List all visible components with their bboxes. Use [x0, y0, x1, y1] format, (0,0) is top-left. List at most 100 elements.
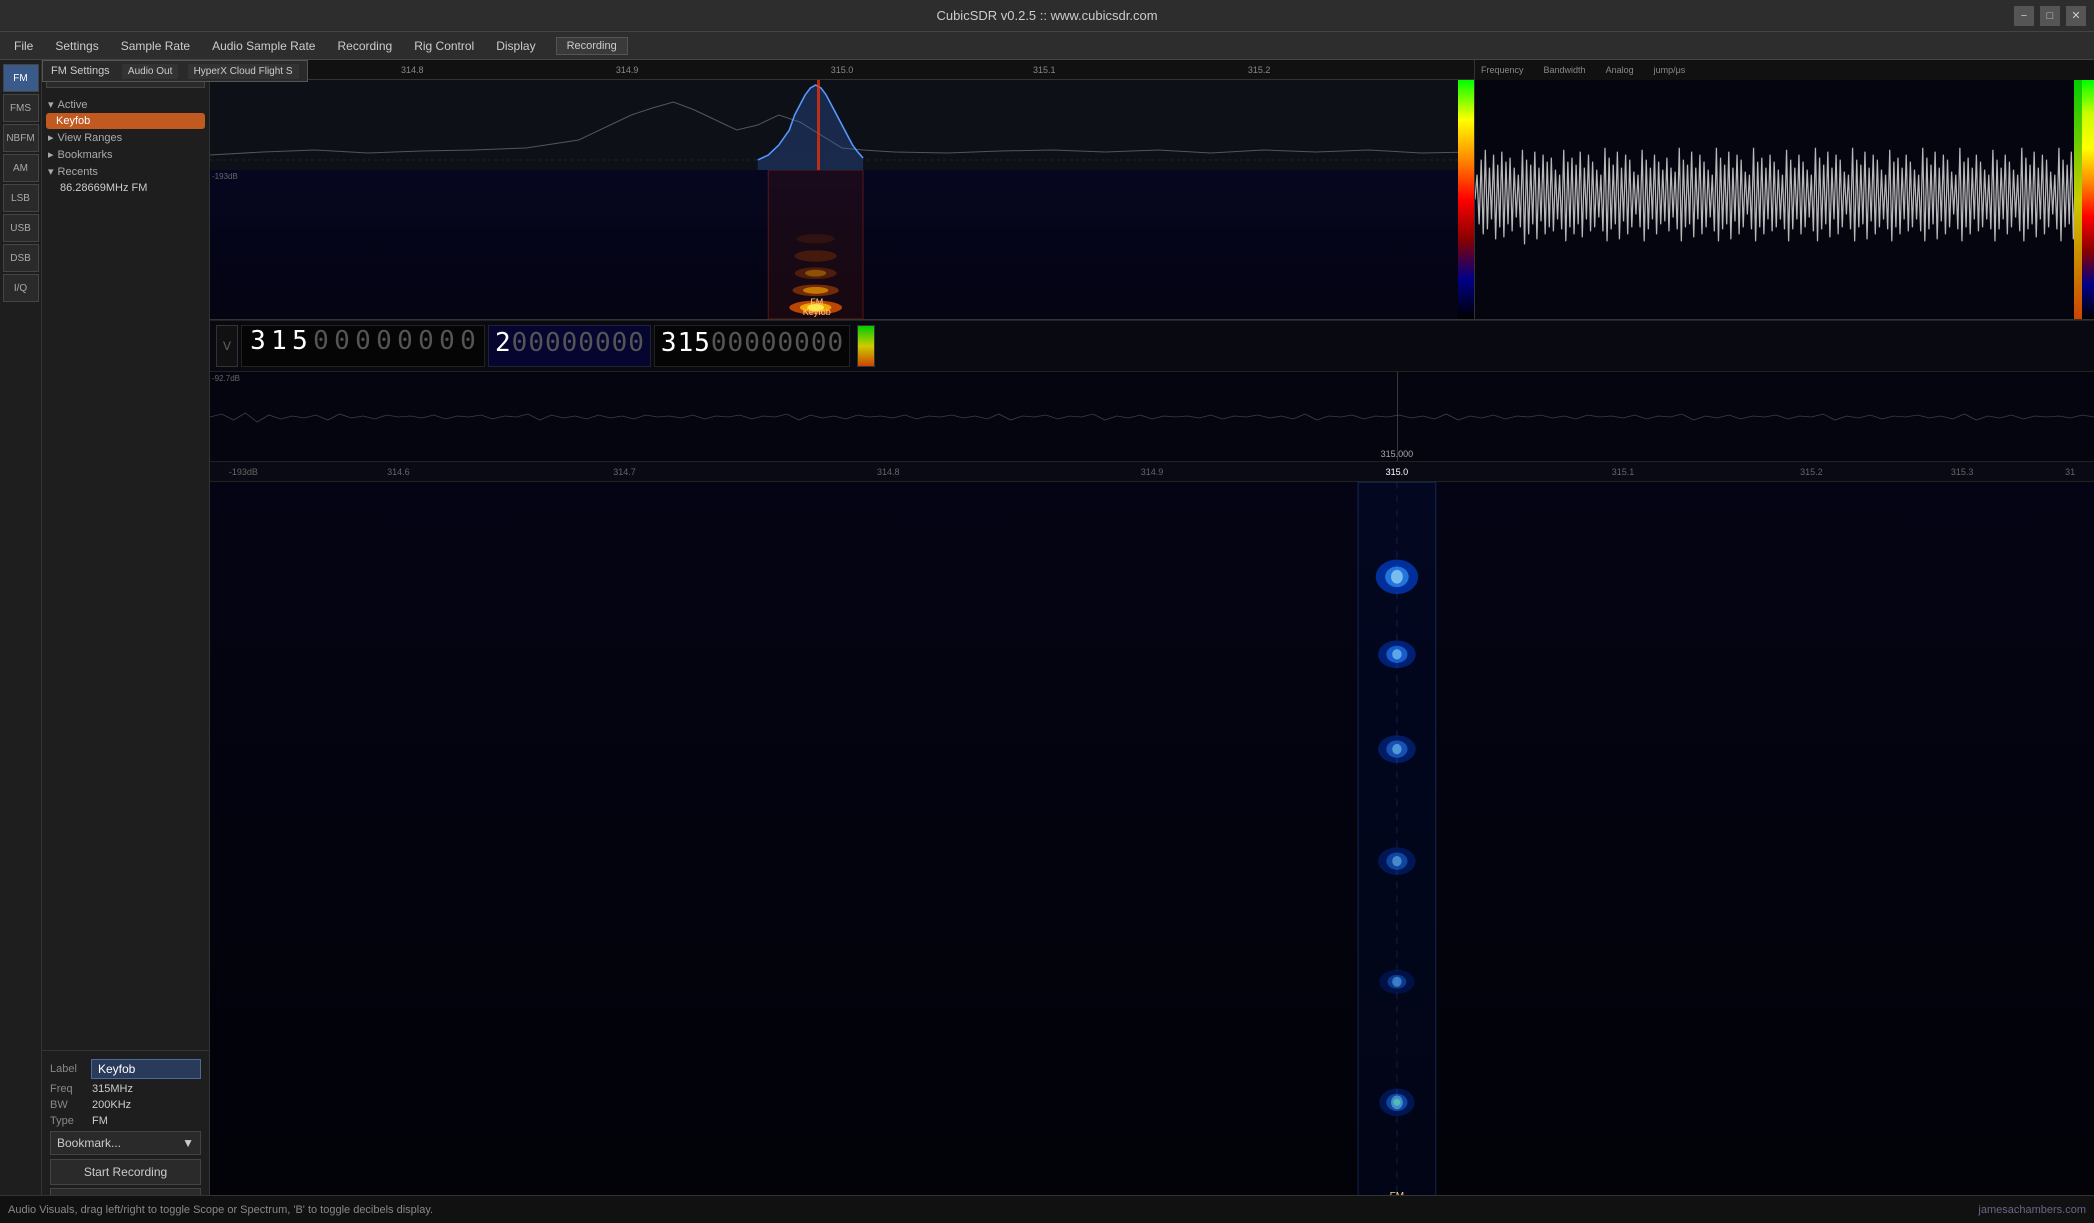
type-field-label: Type	[50, 1115, 92, 1127]
menu-rig-control[interactable]: Rig Control	[404, 35, 484, 57]
recording-tab[interactable]: Recording	[556, 37, 628, 55]
recents-label: Recents	[58, 166, 98, 178]
maximize-button[interactable]: □	[2040, 6, 2060, 26]
freq-digit-0e: 0	[395, 328, 415, 354]
freq-label-3148: 314.8	[401, 65, 424, 75]
waterfall-svg	[210, 170, 1474, 319]
demod-btn-fms[interactable]: FMS	[3, 94, 39, 122]
freq-axis-label-3147: 314.7	[613, 467, 636, 477]
label-field-label: Label	[50, 1063, 91, 1075]
center-digit-0g: 0	[811, 328, 827, 358]
freq-axis-label-1938: -193dB	[229, 467, 258, 477]
spectrum-graph	[210, 80, 1474, 170]
freq-axis-label-3152b: 315.2	[1800, 467, 1823, 477]
waveform-labels: Frequency Bandwidth Analog jump/μs	[1475, 60, 2094, 80]
bw-row: BW 200KHz	[50, 1099, 201, 1111]
bw-value: 200KHz	[92, 1099, 131, 1111]
bw-display-group: 2 0 0 0 0 0 0 0 0	[488, 325, 651, 367]
color-scale	[1458, 80, 1474, 319]
freq-label-3149: 314.9	[616, 65, 639, 75]
type-row: Type FM	[50, 1115, 201, 1127]
bookmark-dropdown-chevron: ▼	[182, 1136, 194, 1150]
fm-settings-popup: FM Settings Audio Out HyperX Cloud Fligh…	[42, 60, 308, 82]
main-area: 314.8 314.9 315.0 315.1 315.2	[210, 60, 2094, 1223]
tree-view-ranges-section[interactable]: ▸ View Ranges	[42, 129, 209, 146]
freq-label-3151: 315.1	[1033, 65, 1056, 75]
active-label: Active	[58, 99, 88, 111]
bw-digit-0e: 0	[578, 328, 594, 358]
view-ranges-label: View Ranges	[58, 132, 123, 144]
bw-digit-0d: 0	[562, 328, 578, 358]
menu-recording[interactable]: Recording	[327, 35, 402, 57]
freq-axis-label-3146: 314.6	[387, 467, 410, 477]
chevron-recents-icon: ▾	[48, 165, 54, 178]
demod-btn-fm[interactable]: FM	[3, 64, 39, 92]
window-controls: − □ ✕	[2014, 6, 2086, 26]
tree-item-keyfob[interactable]: Keyfob	[46, 113, 205, 129]
center-digit-5: 5	[694, 328, 710, 358]
bw-digit-0a: 0	[512, 328, 528, 358]
start-recording-button[interactable]: Start Recording	[50, 1159, 201, 1185]
freq-digit-0h: 0	[458, 328, 478, 354]
center-digit-0e: 0	[778, 328, 794, 358]
center-freq-display-group: 3 1 5 0 0 0 0 0 0 0 0	[654, 325, 850, 367]
headset-tab[interactable]: HyperX Cloud Flight S	[188, 64, 299, 79]
freq-digit-3: 3	[248, 328, 268, 354]
demod-btn-dsb[interactable]: DSB	[3, 244, 39, 272]
label-bandwidth: Bandwidth	[1544, 65, 1586, 75]
tree-active-section[interactable]: ▾ Active	[42, 96, 209, 113]
demod-btn-iq[interactable]: I/Q	[3, 274, 39, 302]
type-value: FM	[92, 1115, 108, 1127]
demod-btn-am[interactable]: AM	[3, 154, 39, 182]
demod-btn-nbfm[interactable]: NBFM	[3, 124, 39, 152]
demod-btn-usb[interactable]: USB	[3, 214, 39, 242]
menu-file[interactable]: File	[4, 35, 43, 57]
main-waterfall[interactable]: FM Keyfob	[210, 482, 2094, 1223]
freq-field-label: Freq	[50, 1083, 92, 1095]
freq-ruler-top: 314.8 314.9 315.0 315.1 315.2	[210, 60, 1474, 80]
waterfall: FM Keyfob -193dB	[210, 170, 1474, 319]
close-button[interactable]: ✕	[2066, 6, 2086, 26]
bw-digit-0h: 0	[628, 328, 644, 358]
demod-btn-lsb[interactable]: LSB	[3, 184, 39, 212]
window-title: CubicSDR v0.2.5 :: www.cubicsdr.com	[936, 8, 1157, 23]
demod-sidebar: FM FMS NBFM AM LSB USB DSB I/Q	[0, 60, 42, 1223]
center-digit-0b: 0	[728, 328, 744, 358]
second-spectrum-row: -193dB 314.6 314.7 314.8 314.9 315.0 315…	[210, 372, 2094, 482]
channel-label: FM Keyfob	[803, 297, 831, 317]
freq-value: 315MHz	[92, 1083, 133, 1095]
menubar: File Settings Sample Rate Audio Sample R…	[0, 32, 2094, 60]
bw-field-label: BW	[50, 1099, 92, 1111]
menu-settings[interactable]: Settings	[45, 35, 108, 57]
freq-display-bar: V 3 1 5 0 0 0 0 0 0 0 0 2 0 0 0 0	[210, 320, 2094, 372]
tree-bookmarks-section[interactable]: ▸ Bookmarks	[42, 146, 209, 163]
spectrum-svg	[210, 80, 1474, 170]
center-digit-0c: 0	[744, 328, 760, 358]
menu-display[interactable]: Display	[486, 35, 545, 57]
main-spectrum[interactable]: 314.8 314.9 315.0 315.1 315.2	[210, 60, 1474, 319]
menu-sample-rate[interactable]: Sample Rate	[111, 35, 200, 57]
noise-waveform-svg	[210, 372, 2094, 462]
freq-axis-second: -193dB 314.6 314.7 314.8 314.9 315.0 315…	[210, 461, 2094, 481]
bookmark-dropdown[interactable]: Bookmark... ▼	[50, 1131, 201, 1155]
label-input[interactable]	[91, 1059, 201, 1079]
v-button[interactable]: V	[216, 325, 238, 367]
freq-digit-0c: 0	[353, 328, 373, 354]
chevron-active-icon: ▾	[48, 98, 54, 111]
right-waveform-panel: Frequency Bandwidth Analog jump/μs	[1474, 60, 2094, 319]
tree-recents-section[interactable]: ▾ Recents	[42, 163, 209, 180]
freq-digit-0a: 0	[311, 328, 331, 354]
statusbar: Audio Visuals, drag left/right to toggle…	[0, 1195, 2094, 1223]
minimize-button[interactable]: −	[2014, 6, 2034, 26]
audio-out-tab[interactable]: Audio Out	[122, 64, 178, 79]
bw-digit-0g: 0	[612, 328, 628, 358]
chevron-view-ranges-icon: ▸	[48, 131, 54, 144]
menu-audio-sample-rate[interactable]: Audio Sample Rate	[202, 35, 325, 57]
bw-digit-2: 2	[495, 328, 511, 358]
center-digit-1: 1	[678, 328, 694, 358]
freq-label-3150: 315.0	[831, 65, 854, 75]
tree-item-recent-1[interactable]: 86.28669MHz FM	[42, 180, 209, 196]
center-digit-0h: 0	[827, 328, 843, 358]
freq-digit-1: 1	[269, 328, 289, 354]
right-color-scale	[2082, 80, 2094, 319]
